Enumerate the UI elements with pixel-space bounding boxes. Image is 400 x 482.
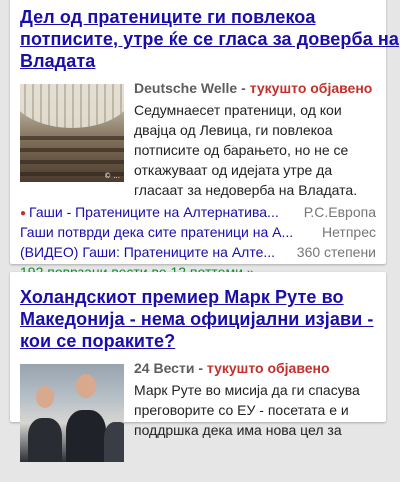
story-body: 24 Вести - тукушто објавено Марк Руте во… — [20, 358, 376, 482]
headline-line: кои се пораките? — [20, 331, 176, 351]
bullet-icon: ● — [20, 208, 27, 219]
news-card: Дел од пратениците ги повлекоа потписите… — [10, 0, 399, 280]
headline-line: потписите, утре ќе се гласа за доверба н… — [20, 29, 399, 49]
story-snippet: Седумнаесет пратеници, од кои двајца од … — [134, 102, 358, 198]
related-link[interactable]: (ВИДЕО) Гаши: Пратениците на Алте... — [20, 242, 275, 262]
headline-link[interactable]: Холандскиот премиер Марк Руте во Македон… — [20, 272, 376, 352]
headline-line: Македонија - нема официјални изјави - — [20, 309, 374, 329]
headline-line: Владата — [20, 51, 96, 71]
thumbnail-dome — [20, 84, 124, 128]
headline-line: Холандскиот премиер Марк Руте во — [20, 287, 344, 307]
story-meta: Deutsche Welle - тукушто објавено — [134, 80, 373, 96]
timestamp: тукушто објавено — [206, 360, 330, 376]
related-story[interactable]: (ВИДЕО) Гаши: Пратениците на Алте... 360… — [20, 242, 376, 262]
headline-line: Дел од пратениците ги повлекоа — [20, 7, 316, 27]
news-card: Холандскиот премиер Марк Руте во Македон… — [10, 272, 386, 462]
story-meta: 24 Вести - тукушто објавено — [134, 360, 330, 376]
story-body: © ... Deutsche Welle - тукушто објавено … — [20, 78, 376, 202]
related-story[interactable]: Гаши потврди дека сите пратеници на А...… — [20, 222, 376, 242]
headline-link[interactable]: Дел од пратениците ги повлекоа потписите… — [20, 0, 399, 72]
story-snippet: Марк Руте во мисија да ги спасува прегов… — [134, 382, 360, 438]
timestamp: тукушто објавено — [249, 80, 373, 96]
press-thumbnail[interactable] — [20, 364, 124, 462]
parliament-thumbnail[interactable]: © ... — [20, 84, 124, 182]
related-source: Р.С.Европа — [301, 202, 376, 222]
source-name[interactable]: 24 Вести — [134, 360, 194, 376]
related-story[interactable]: ● Гаши - Пратениците на Алтернатива... Р.… — [20, 202, 376, 222]
related-link[interactable]: Гаши потврди дека сите пратеници на А... — [20, 222, 293, 242]
related-source: 360 степени — [294, 242, 376, 262]
related-link[interactable]: Гаши - Пратениците на Алтернатива... — [29, 204, 279, 220]
source-name[interactable]: Deutsche Welle — [134, 80, 237, 96]
related-source: Нетпрес — [320, 222, 376, 242]
